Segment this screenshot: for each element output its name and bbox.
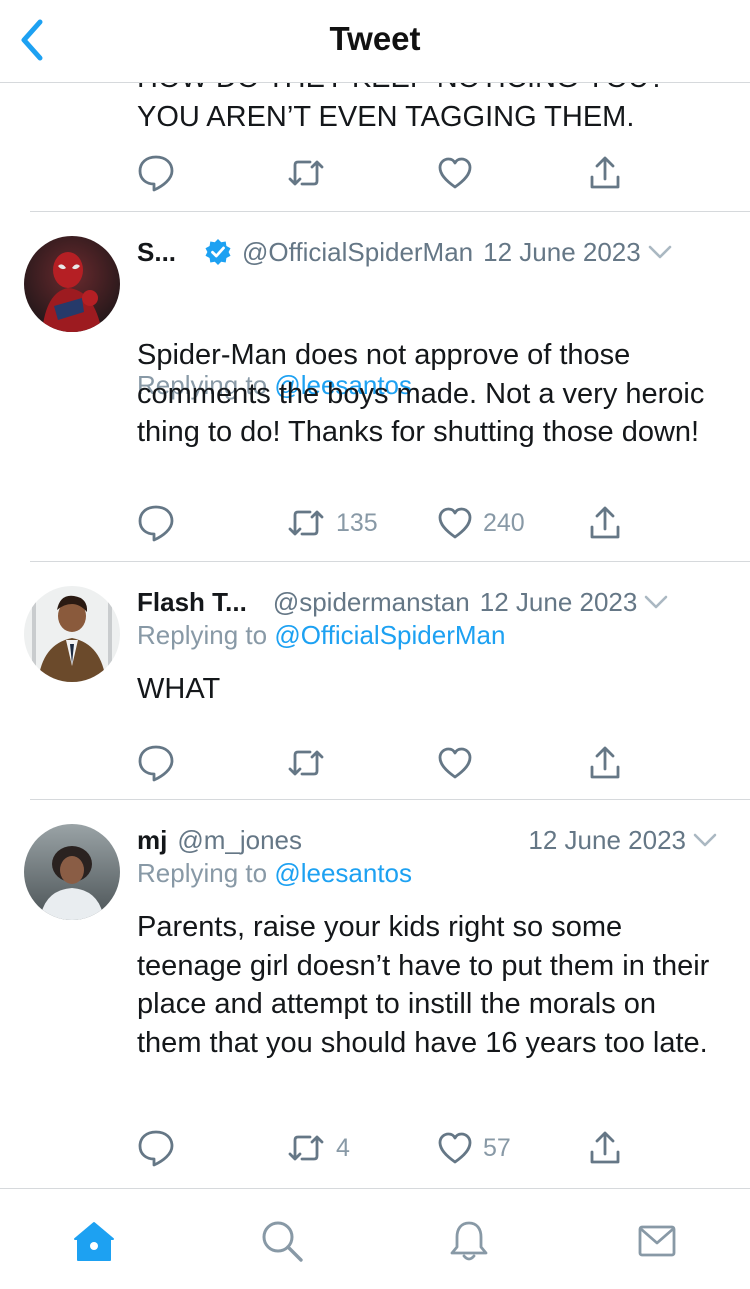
- reply-icon: [138, 1130, 174, 1167]
- like-button[interactable]: [437, 149, 473, 197]
- tweet-date: 12 June 2023: [528, 824, 686, 855]
- retweet-button[interactable]: 135: [286, 499, 378, 547]
- share-icon: [590, 1131, 620, 1164]
- reply-button[interactable]: [137, 149, 175, 197]
- page-title: Tweet: [329, 20, 421, 57]
- retweet-button[interactable]: 4: [286, 1124, 350, 1172]
- retweet-button[interactable]: [286, 149, 326, 197]
- user-handle[interactable]: @spidermanstan: [273, 587, 470, 618]
- bottom-tab-bar: [0, 1188, 750, 1289]
- heart-icon: [438, 157, 472, 189]
- share-icon: [590, 746, 620, 779]
- reply-icon: [138, 155, 174, 192]
- avatar-spiderman-image: [24, 236, 120, 332]
- share-button[interactable]: [588, 739, 622, 787]
- share-button[interactable]: [588, 1124, 622, 1172]
- tab-search[interactable]: [258, 1217, 306, 1265]
- like-count: 57: [483, 1133, 511, 1162]
- tweet-date: 12 June 2023: [479, 586, 638, 617]
- user-handle[interactable]: @OfficialSpiderMan: [242, 237, 473, 268]
- replying-to-link[interactable]: @OfficialSpiderMan: [274, 620, 505, 650]
- previous-tweet-actions: [0, 149, 750, 197]
- retweet-count: 135: [336, 508, 378, 537]
- previous-tweet-text: HOW DO THEY KEEP NOTICING YOU? YOU AREN’…: [137, 83, 727, 137]
- tweet-text: Spider-Man does not approve of those com…: [137, 339, 705, 448]
- notifications-icon: [450, 1221, 488, 1261]
- tweet-header: Flash T... @spidermanstan 12 June 2023: [137, 583, 720, 621]
- reply-button[interactable]: [137, 1124, 175, 1172]
- avatar[interactable]: [24, 586, 120, 682]
- retweet-icon: [288, 160, 324, 186]
- previous-tweet-line-2: YOU AREN’T EVEN TAGGING THEM.: [137, 101, 635, 133]
- like-count: 240: [483, 508, 525, 537]
- like-button[interactable]: 240: [437, 499, 525, 547]
- tweet-options-button[interactable]: [690, 832, 720, 848]
- tweet-thread[interactable]: HOW DO THEY KEEP NOTICING YOU? YOU AREN’…: [0, 83, 750, 1188]
- heart-icon: [438, 1132, 472, 1164]
- retweet-count: 4: [336, 1133, 350, 1162]
- verified-badge: [204, 238, 232, 266]
- previous-tweet-line-1: HOW DO THEY KEEP NOTICING YOU?: [137, 83, 727, 98]
- search-icon: [262, 1221, 303, 1262]
- heart-icon: [438, 747, 472, 779]
- replying-to-link[interactable]: @leesantos: [274, 858, 412, 888]
- replying-prefix: Replying to: [137, 858, 275, 888]
- retweet-icon: [288, 510, 324, 536]
- heart-icon: [438, 507, 472, 539]
- replying-to-line: Replying to @leesantos: [137, 858, 412, 889]
- avatar-flash-image: [24, 586, 120, 682]
- tweet-actions-spidermanstan: [0, 739, 750, 787]
- share-icon: [590, 506, 620, 539]
- tab-home[interactable]: [70, 1217, 118, 1265]
- tweet-text: WHAT: [137, 673, 221, 705]
- tweet-actions: 4 57: [0, 1124, 750, 1172]
- tweet-date: 12 June 2023: [483, 236, 641, 267]
- avatar-mj-image: [24, 824, 120, 920]
- previous-tweet[interactable]: HOW DO THEY KEEP NOTICING YOU? YOU AREN’…: [0, 83, 750, 211]
- retweet-icon: [288, 750, 324, 776]
- reply-icon: [138, 745, 174, 782]
- chevron-down-icon: [648, 245, 672, 259]
- tweet-options-button[interactable]: [641, 594, 671, 610]
- share-button[interactable]: [588, 499, 622, 547]
- like-button[interactable]: [437, 739, 473, 787]
- chevron-down-icon: [645, 595, 668, 609]
- verified-icon: [205, 239, 231, 265]
- avatar[interactable]: [24, 824, 120, 920]
- display-name[interactable]: Flash T...: [137, 587, 247, 618]
- avatar[interactable]: [24, 236, 120, 332]
- chevron-down-icon: [693, 833, 717, 847]
- tweet-options-button[interactable]: [645, 244, 675, 260]
- messages-icon: [638, 1225, 676, 1257]
- share-icon: [590, 156, 620, 189]
- tab-messages[interactable]: [633, 1217, 681, 1265]
- reply-icon: [138, 505, 174, 542]
- replying-prefix: Replying to: [137, 620, 275, 650]
- replying-to-line: Replying to @OfficialSpiderMan: [137, 620, 505, 651]
- reply-tweet-m-jones[interactable]: mj @m_jones 12 June 2023 Replying to @le…: [0, 800, 750, 1188]
- tweet-actions: 135 240: [0, 499, 750, 547]
- display-name[interactable]: S...: [137, 237, 176, 268]
- reply-button[interactable]: [137, 739, 175, 787]
- tweet-header: mj @m_jones 12 June 2023: [137, 821, 720, 859]
- tab-notifications[interactable]: [445, 1217, 493, 1265]
- home-icon: [74, 1222, 114, 1261]
- display-name[interactable]: mj: [137, 825, 167, 856]
- share-button[interactable]: [588, 149, 622, 197]
- tweet-text: Parents, raise your kids right so some t…: [137, 911, 710, 1059]
- like-button[interactable]: 57: [437, 1124, 511, 1172]
- retweet-button[interactable]: [286, 739, 326, 787]
- retweet-icon: [288, 1135, 324, 1161]
- user-handle[interactable]: @m_jones: [177, 825, 302, 856]
- reply-button[interactable]: [137, 499, 175, 547]
- reply-tweet-officialspiderman[interactable]: S... @OfficialSpiderMan 12 June 2023 Rep…: [0, 212, 750, 561]
- tweet-header: S... @OfficialSpiderMan 12 June 2023: [137, 233, 720, 271]
- top-bar: Tweet: [0, 0, 750, 83]
